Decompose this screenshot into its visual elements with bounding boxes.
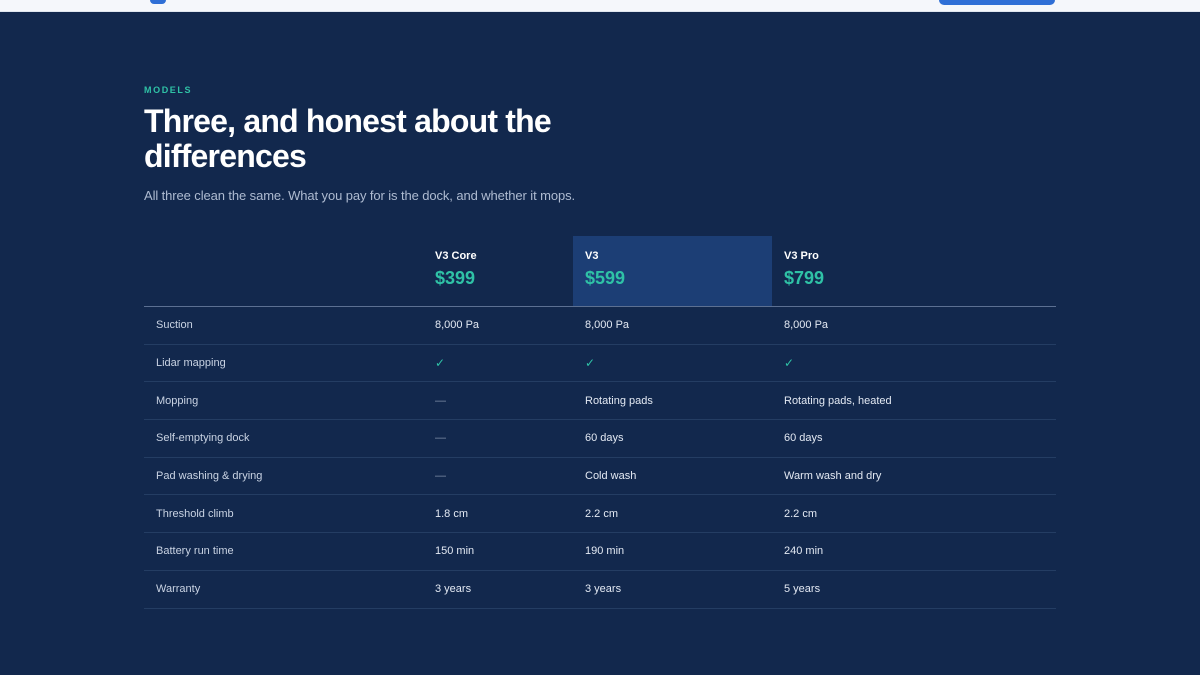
plan-header-v3-pro: V3 Pro $799 (772, 236, 1056, 306)
cell-v3-core: 1.8 cm (435, 507, 469, 520)
row-label: Lidar mapping (156, 357, 226, 370)
logo-icon[interactable] (150, 0, 166, 4)
cell-v3-pro: 60 days (784, 432, 823, 445)
check-icon: ✓ (435, 356, 446, 371)
dash-icon: — (435, 432, 446, 445)
table-row: Pad washing & drying — Cold wash Warm wa… (144, 458, 1056, 496)
cell-v3: Rotating pads (585, 394, 653, 407)
cell-v3: 2.2 cm (585, 507, 619, 520)
cell-v3-core: 3 years (435, 583, 472, 596)
row-label: Pad washing & drying (156, 470, 263, 483)
cell-v3-pro: 240 min (784, 545, 824, 558)
table-row: Self-emptying dock — 60 days 60 days (144, 420, 1056, 458)
top-nav-bar (0, 0, 1200, 12)
row-label: Warranty (156, 583, 201, 596)
row-label: Self-emptying dock (156, 432, 250, 445)
plan-price: $399 (435, 268, 476, 288)
row-label: Threshold climb (156, 507, 234, 520)
cell-v3-pro: 5 years (784, 583, 821, 596)
nav-cta-button[interactable] (939, 0, 1055, 5)
section-title: Three, and honest about the differences (144, 103, 552, 174)
plan-header-v3: V3 $599 (573, 236, 772, 306)
plan-price: $599 (585, 268, 626, 288)
cell-v3-pro: Rotating pads, heated (784, 394, 892, 407)
plan-name: V3 Pro (784, 250, 819, 262)
check-icon: ✓ (585, 356, 596, 371)
cell-v3-pro: 2.2 cm (784, 507, 818, 520)
section-eyebrow: MODELS (144, 85, 193, 95)
section-subtitle: All three clean the same. What you pay f… (144, 188, 576, 203)
table-row: Mopping — Rotating pads Rotating pads, h… (144, 382, 1056, 421)
dash-icon: — (435, 394, 446, 407)
plan-price: $799 (784, 268, 825, 288)
cell-v3-pro: 8,000 Pa (784, 319, 829, 332)
row-label: Suction (156, 319, 193, 332)
comparison-table: V3 Core $399 V3 $599 V3 Pro $799 Suction… (144, 236, 1056, 609)
check-icon: ✓ (784, 356, 795, 371)
cell-v3-core: 8,000 Pa (435, 319, 480, 332)
table-header-row: V3 Core $399 V3 $599 V3 Pro $799 (144, 236, 1056, 307)
table-row: Warranty 3 years 3 years 5 years (144, 571, 1056, 609)
cell-v3-core: 150 min (435, 545, 475, 558)
plan-name: V3 (585, 250, 599, 262)
cell-v3: 60 days (585, 432, 624, 445)
row-label: Battery run time (156, 545, 234, 558)
table-row: Battery run time 150 min 190 min 240 min (144, 533, 1056, 571)
cell-v3: 8,000 Pa (585, 319, 630, 332)
plan-header-v3-core: V3 Core $399 (423, 236, 573, 306)
row-label: Mopping (156, 394, 199, 407)
cell-v3: 3 years (585, 583, 622, 596)
dash-icon: — (435, 470, 446, 483)
cell-v3: 190 min (585, 545, 625, 558)
plan-name: V3 Core (435, 250, 477, 262)
cell-v3-pro: Warm wash and dry (784, 470, 882, 483)
table-row: Suction 8,000 Pa 8,000 Pa 8,000 Pa (144, 307, 1056, 345)
table-row: Lidar mapping ✓ ✓ ✓ (144, 345, 1056, 383)
table-row: Threshold climb 1.8 cm 2.2 cm 2.2 cm (144, 495, 1056, 534)
cell-v3: Cold wash (585, 470, 637, 483)
